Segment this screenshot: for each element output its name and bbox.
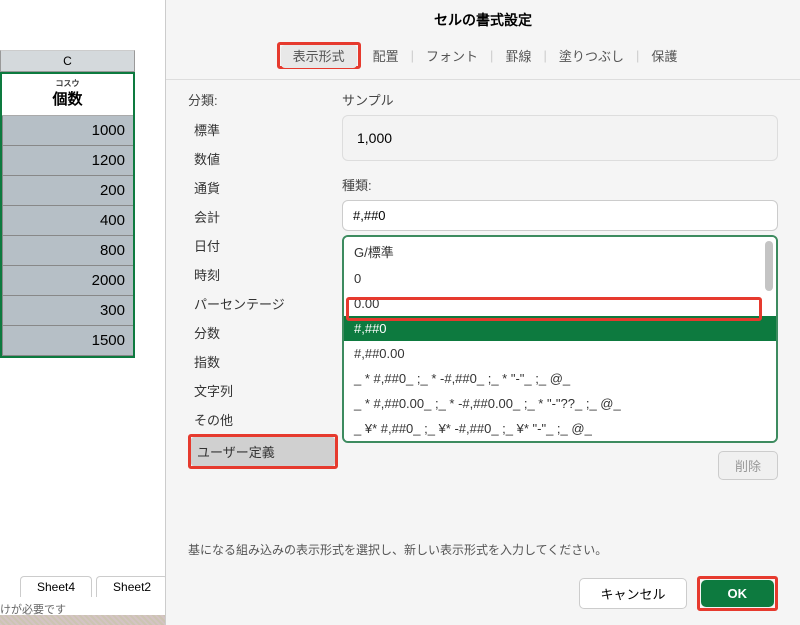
category-item-number[interactable]: 数値 — [188, 144, 338, 173]
category-item-scientific[interactable]: 指数 — [188, 347, 338, 376]
sample-label: サンプル — [342, 90, 778, 109]
data-cell[interactable]: 300 — [2, 296, 133, 326]
hint-text: 基になる組み込みの表示形式を選択し、新しい表示形式を入力してください。 — [166, 541, 800, 568]
tab-fill[interactable]: 塗りつぶし — [547, 42, 636, 69]
category-item-fraction[interactable]: 分数 — [188, 318, 338, 347]
type-item-selected[interactable]: #,##0 — [344, 316, 776, 341]
header-ruby: コスウ — [2, 80, 133, 88]
type-list[interactable]: G/標準 0 0.00 #,##0 #,##0.00 _ * #,##0_ ;_… — [342, 235, 778, 443]
header-cell[interactable]: コスウ 個数 — [2, 74, 133, 116]
type-input[interactable] — [342, 200, 778, 231]
category-item-accounting[interactable]: 会計 — [188, 202, 338, 231]
data-cell[interactable]: 1500 — [2, 326, 133, 356]
type-item[interactable]: G/標準 — [344, 237, 776, 266]
category-list[interactable]: 標準 数値 通貨 会計 日付 時刻 パーセンテージ 分数 指数 文字列 その他 … — [188, 115, 338, 469]
dialog-title: セルの書式設定 — [166, 0, 800, 38]
format-cells-dialog: セルの書式設定 表示形式 配置 | フォント | 罫線 | 塗りつぶし | 保護… — [165, 0, 800, 625]
sheet-tab[interactable]: Sheet4 — [20, 576, 92, 597]
category-item-other[interactable]: その他 — [188, 405, 338, 434]
category-item-standard[interactable]: 標準 — [188, 115, 338, 144]
spreadsheet-background: C コスウ 個数 1000 1200 200 400 800 2000 300 … — [0, 0, 165, 625]
data-cell[interactable]: 1200 — [2, 146, 133, 176]
tab-font[interactable]: フォント — [414, 42, 490, 69]
data-cell[interactable]: 800 — [2, 236, 133, 266]
category-label: 分類: — [188, 90, 338, 109]
tab-alignment[interactable]: 配置 — [361, 42, 411, 69]
category-item-date[interactable]: 日付 — [188, 231, 338, 260]
tab-border[interactable]: 罫線 — [493, 42, 543, 69]
tab-protection[interactable]: 保護 — [639, 42, 689, 69]
category-item-time[interactable]: 時刻 — [188, 260, 338, 289]
type-item[interactable]: 0.00 — [344, 291, 776, 316]
data-cell[interactable]: 1000 — [2, 116, 133, 146]
type-item[interactable]: _ ¥* #,##0.00_ ;_ ¥* -#,##0.00_ ;_ ¥* "-… — [344, 441, 776, 443]
data-cell[interactable]: 2000 — [2, 266, 133, 296]
cancel-button[interactable]: キャンセル — [579, 578, 686, 609]
type-label: 種類: — [342, 175, 778, 194]
dialog-footer: キャンセル OK — [166, 568, 800, 625]
data-cell[interactable]: 400 — [2, 206, 133, 236]
type-item[interactable]: _ * #,##0.00_ ;_ * -#,##0.00_ ;_ * "-"??… — [344, 391, 776, 416]
data-cell[interactable]: 200 — [2, 176, 133, 206]
category-item-currency[interactable]: 通貨 — [188, 173, 338, 202]
dialog-tabs: 表示形式 配置 | フォント | 罫線 | 塗りつぶし | 保護 — [166, 38, 800, 80]
bottom-strip — [0, 615, 165, 625]
scrollbar-thumb[interactable] — [765, 241, 773, 291]
tab-number-format[interactable]: 表示形式 — [281, 45, 357, 68]
category-column: 分類: 標準 数値 通貨 会計 日付 時刻 パーセンテージ 分数 指数 文字列 … — [188, 90, 338, 531]
ok-button[interactable]: OK — [701, 580, 775, 607]
type-item[interactable]: 0 — [344, 266, 776, 291]
sheet-tabs: Sheet4 Sheet2 — [20, 576, 168, 597]
type-item[interactable]: #,##0.00 — [344, 341, 776, 366]
delete-button[interactable]: 削除 — [718, 451, 778, 480]
column-header-c[interactable]: C — [0, 50, 135, 72]
sheet-tab[interactable]: Sheet2 — [96, 576, 168, 597]
right-column: サンプル 1,000 種類: G/標準 0 0.00 #,##0 #,##0.0… — [338, 90, 778, 531]
type-item[interactable]: _ * #,##0_ ;_ * -#,##0_ ;_ * "-"_ ;_ @_ — [344, 366, 776, 391]
highlight-box: ユーザー定義 — [188, 434, 338, 469]
header-text: 個数 — [52, 91, 82, 108]
selected-column[interactable]: コスウ 個数 1000 1200 200 400 800 2000 300 15… — [0, 72, 135, 358]
category-item-percentage[interactable]: パーセンテージ — [188, 289, 338, 318]
highlight-box: OK — [697, 576, 779, 611]
highlight-box: 表示形式 — [277, 42, 361, 69]
category-item-text[interactable]: 文字列 — [188, 376, 338, 405]
sample-value: 1,000 — [342, 115, 778, 161]
category-item-custom[interactable]: ユーザー定義 — [191, 437, 335, 466]
type-item[interactable]: _ ¥* #,##0_ ;_ ¥* -#,##0_ ;_ ¥* "-"_ ;_ … — [344, 416, 776, 441]
